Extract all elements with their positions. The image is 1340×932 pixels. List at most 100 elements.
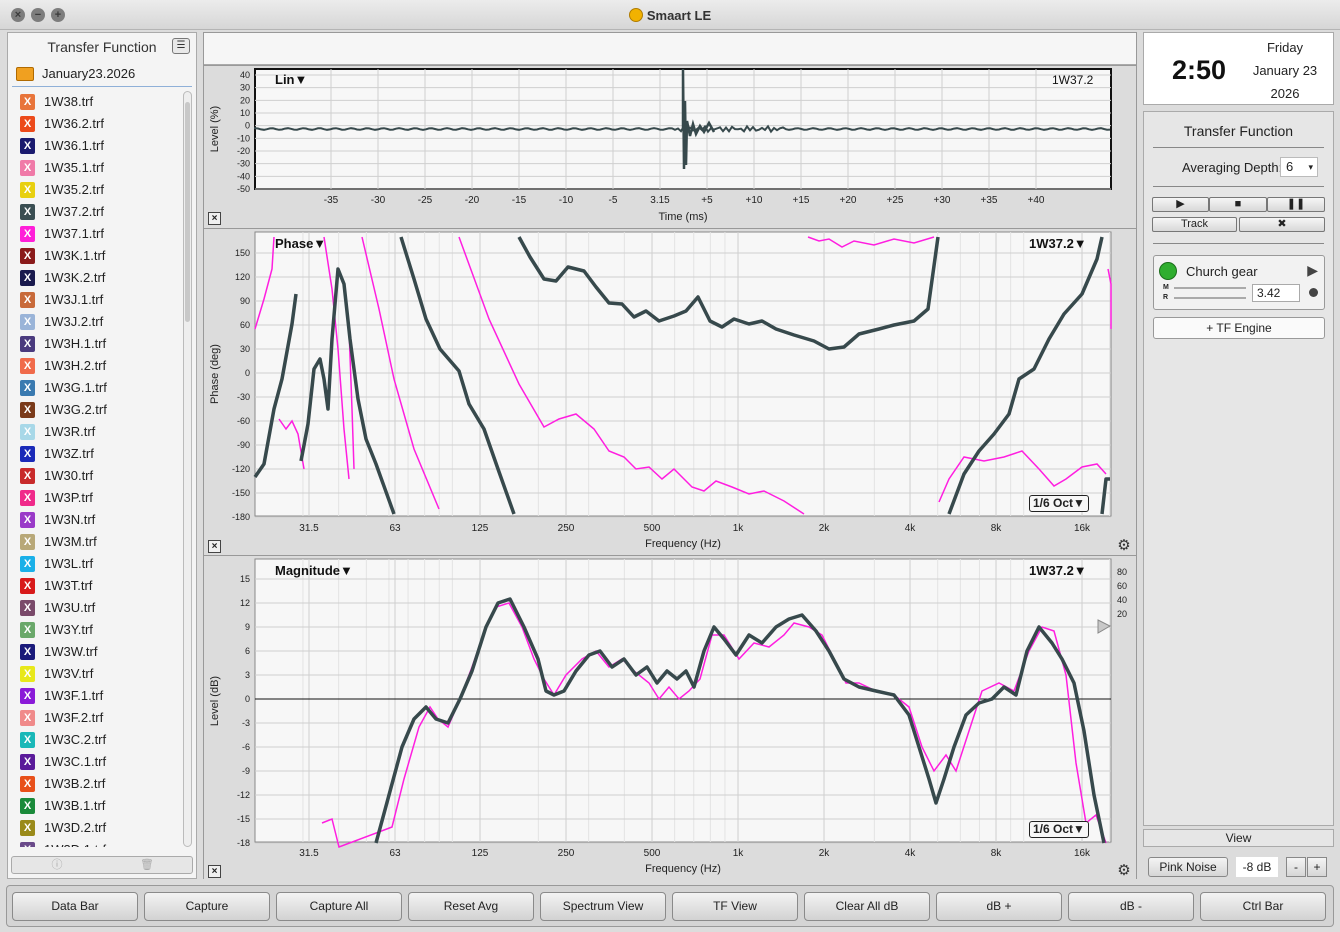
impulse-scale-dropdown[interactable]: Lin▼ xyxy=(275,72,307,87)
file-list-item[interactable]: X 1W3C.2.trf xyxy=(18,729,184,751)
file-list-item[interactable]: X 1W3W.trf xyxy=(18,641,184,663)
sidebar-menu-button[interactable]: ☰ xyxy=(172,38,190,54)
phase-dropdown[interactable]: Phase▼ xyxy=(275,236,326,251)
add-tf-engine-button[interactable]: + TF Engine xyxy=(1153,317,1325,339)
file-list-item[interactable]: X 1W3L.trf xyxy=(18,553,184,575)
sidebar-scrollbar[interactable] xyxy=(183,91,192,847)
file-list-item[interactable]: X 1W3K.1.trf xyxy=(18,245,184,267)
play-button[interactable]: ▶ xyxy=(1152,197,1209,212)
file-list-item[interactable]: X 1W3F.1.trf xyxy=(18,685,184,707)
toolbar-db-button[interactable]: dB + xyxy=(936,892,1062,921)
file-name: 1W3G.1.trf xyxy=(44,380,107,395)
file-name: 1W35.1.trf xyxy=(44,160,104,175)
file-trf-icon: X xyxy=(20,666,35,682)
file-list-item[interactable]: X 1W3F.2.trf xyxy=(18,707,184,729)
file-list-item[interactable]: X 1W3H.2.trf xyxy=(18,355,184,377)
magnitude-trace-dropdown[interactable]: 1W37.2▼ xyxy=(1029,563,1087,578)
file-list-item[interactable]: X 1W37.2.trf xyxy=(18,201,184,223)
file-list-item[interactable]: X 1W3T.trf xyxy=(18,575,184,597)
magnitude-dropdown[interactable]: Magnitude▼ xyxy=(275,563,353,578)
file-list-item[interactable]: X 1W30.trf xyxy=(18,465,184,487)
close-impulse-panel-icon[interactable]: × xyxy=(208,212,221,225)
y-tick-label: 6 xyxy=(245,646,250,656)
toolbar-spectrum-view-button[interactable]: Spectrum View xyxy=(540,892,666,921)
x-tick-label: 1k xyxy=(733,848,745,859)
generator-level-minus-button[interactable]: - xyxy=(1286,857,1306,877)
generator-level-plus-button[interactable]: + xyxy=(1307,857,1327,877)
toolbar-reset-avg-button[interactable]: Reset Avg xyxy=(408,892,534,921)
file-list-item[interactable]: X 1W3K.2.trf xyxy=(18,267,184,289)
toolbar-capture-all-button[interactable]: Capture All xyxy=(276,892,402,921)
toolbar-ctrl-bar-button[interactable]: Ctrl Bar xyxy=(1200,892,1326,921)
file-name: 1W3P.trf xyxy=(44,490,93,505)
record-dot-icon[interactable] xyxy=(1309,288,1318,297)
magnitude-smoothing-dropdown[interactable]: 1/6 Oct▼ xyxy=(1029,821,1089,838)
y-tick-label: 20 xyxy=(240,95,250,105)
file-list-item[interactable]: X 1W3G.2.trf xyxy=(18,399,184,421)
close-phase-panel-icon[interactable]: × xyxy=(208,540,221,553)
file-list-item[interactable]: X 1W3G.1.trf xyxy=(18,377,184,399)
file-list-item[interactable]: X 1W3P.trf xyxy=(18,487,184,509)
x-tick-label: -5 xyxy=(609,195,618,206)
bottom-toolbar: Data Bar Capture Capture All Reset Avg Spect… xyxy=(6,885,1334,927)
file-list-item[interactable]: X 1W3R.trf xyxy=(18,421,184,443)
delay-value-field[interactable]: 3.42 xyxy=(1252,284,1300,302)
file-list-item[interactable]: X 1W36.2.trf xyxy=(18,113,184,135)
pause-button[interactable]: ❚❚ xyxy=(1267,197,1325,212)
averaging-depth-select[interactable]: 6 ▾ xyxy=(1280,157,1318,177)
file-list-item[interactable]: X 1W35.2.trf xyxy=(18,179,184,201)
file-list-item[interactable]: X 1W3J.2.trf xyxy=(18,311,184,333)
file-list-item[interactable]: X 1W3B.2.trf xyxy=(18,773,184,795)
file-list-item[interactable]: X 1W3D.1.trf xyxy=(18,839,184,847)
phase-trace-dropdown[interactable]: 1W37.2▼ xyxy=(1029,236,1087,251)
magnitude-plot[interactable]: 31.5 63 125 250 500 1k 2k 4k 8k 16kFrequency (Hz)… xyxy=(204,556,1136,881)
phase-smoothing-dropdown[interactable]: 1/6 Oct▼ xyxy=(1029,495,1089,512)
file-list-item[interactable]: X 1W3U.trf xyxy=(18,597,184,619)
file-list-item[interactable]: X 1W3D.2.trf xyxy=(18,817,184,839)
toolbar-db-button[interactable]: dB - xyxy=(1068,892,1194,921)
file-list-item[interactable]: X 1W38.trf xyxy=(18,91,184,113)
pink-noise-button[interactable]: Pink Noise xyxy=(1148,857,1228,877)
toolbar-tf-view-button[interactable]: TF View xyxy=(672,892,798,921)
file-list-item[interactable]: X 1W3C.1.trf xyxy=(18,751,184,773)
generator-level-field[interactable]: -8 dB xyxy=(1236,857,1278,877)
file-list-item[interactable]: X 1W3B.1.trf xyxy=(18,795,184,817)
tools-icon[interactable]: ✖ xyxy=(1239,217,1325,232)
magnitude-settings-gear-icon[interactable]: ⚙ xyxy=(1116,863,1132,879)
meter-r-label: R xyxy=(1163,294,1169,301)
file-list-item[interactable]: X 1W3Z.trf xyxy=(18,443,184,465)
close-magnitude-panel-icon[interactable]: × xyxy=(208,865,221,878)
folder-row[interactable]: January23.2026 xyxy=(12,63,192,87)
play-triangle-icon[interactable]: ▶ xyxy=(1307,262,1318,279)
info-icon[interactable]: ⓘ xyxy=(12,857,102,873)
file-list-item[interactable]: X 1W3V.trf xyxy=(18,663,184,685)
toolbar-data-bar-button[interactable]: Data Bar xyxy=(12,892,138,921)
file-list-item[interactable]: X 1W36.1.trf xyxy=(18,135,184,157)
file-list-item[interactable]: X 1W37.1.trf xyxy=(18,223,184,245)
file-list-item[interactable]: X 1W3J.1.trf xyxy=(18,289,184,311)
x-tick-label: +35 xyxy=(981,195,998,206)
track-button[interactable]: Track xyxy=(1152,217,1237,232)
file-list-item[interactable]: X 1W3N.trf xyxy=(18,509,184,531)
trash-icon[interactable]: 🗑 xyxy=(102,857,192,873)
measurement-on-indicator[interactable] xyxy=(1159,262,1177,280)
measurement-card[interactable]: Church gear ▶ M R 3.42 xyxy=(1153,255,1325,310)
file-name: 1W3F.1.trf xyxy=(44,688,104,703)
file-list-item[interactable]: X 1W3M.trf xyxy=(18,531,184,553)
x-tick-label: 4k xyxy=(905,523,917,534)
toolbar-clear-all-db-button[interactable]: Clear All dB xyxy=(804,892,930,921)
phase-plot[interactable]: 31.5 63 125 250 500 1k 2k 4k 8k 16k Frequency (Hz)… xyxy=(204,229,1136,556)
phase-settings-gear-icon[interactable]: ⚙ xyxy=(1116,538,1132,554)
signal-generator-row: Pink Noise -8 dB - + xyxy=(1143,852,1334,880)
toolbar-capture-button[interactable]: Capture xyxy=(144,892,270,921)
window-title: Smaart LE xyxy=(0,8,1340,23)
impulse-plot[interactable]: 40 30 20 10 0 -10 -20 -30 -40 -50 -35 -30 -25 -20 -15 -… xyxy=(204,66,1136,229)
separator xyxy=(1153,147,1324,148)
file-list-item[interactable]: X 1W3H.1.trf xyxy=(18,333,184,355)
scrollbar-thumb[interactable] xyxy=(185,102,190,322)
stop-button[interactable]: ■ xyxy=(1209,197,1267,212)
file-trf-icon: X xyxy=(20,138,35,154)
file-list-item[interactable]: X 1W35.1.trf xyxy=(18,157,184,179)
file-list-item[interactable]: X 1W3Y.trf xyxy=(18,619,184,641)
view-button[interactable]: View xyxy=(1143,829,1334,847)
